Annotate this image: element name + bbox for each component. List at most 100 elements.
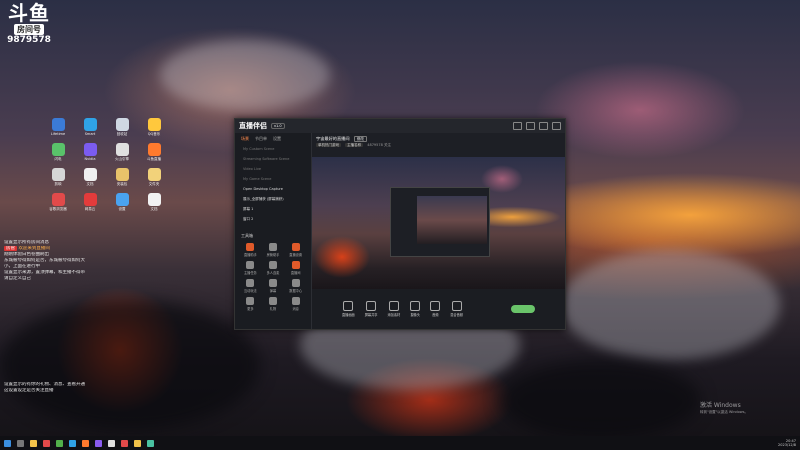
control-button[interactable]: 直播画面 xyxy=(342,301,355,317)
desktop-icon[interactable]: Lifetime xyxy=(46,118,70,137)
desktop-icon-grid: Lifetime Smart 回收站 QQ音乐 闪电 Nvidia 火山引擎 斗鱼直播 剪映 文档… xyxy=(46,118,176,212)
control-icon xyxy=(366,301,377,311)
tool-item[interactable]: 弹幕 xyxy=(262,279,285,293)
settings-icon[interactable] xyxy=(526,122,535,130)
tool-label: 礼物 xyxy=(269,307,277,311)
app-icon xyxy=(115,193,129,206)
desktop-icon[interactable]: 文档 xyxy=(78,168,102,187)
control-icon xyxy=(388,301,399,311)
control-button[interactable]: 添加素材 xyxy=(387,301,401,317)
streaming-app-window[interactable]: 直播伴侣 v1.0 场景 节目单 设置 My Custom Scene Streami… xyxy=(234,118,566,330)
tool-item[interactable]: 多人连麦 xyxy=(262,261,285,275)
tool-item[interactable]: 礼物 xyxy=(262,297,285,311)
scene-item[interactable]: My Custom Scene xyxy=(235,145,311,155)
sidebar-tab[interactable]: 场景 xyxy=(241,136,249,142)
desktop-icon[interactable]: 设置 xyxy=(110,193,134,212)
tool-item[interactable]: 更多 xyxy=(239,297,262,311)
scene-item[interactable]: My Game Scene xyxy=(235,175,311,185)
chat-text: 东城被夸得如何是否，东城被夸得如何大 xyxy=(4,258,85,263)
tool-item[interactable]: 直播设置 xyxy=(284,243,307,257)
wechat-icon[interactable] xyxy=(56,439,63,447)
desktop-icon-label: QQ音乐 xyxy=(147,132,161,136)
avatar-icon[interactable] xyxy=(513,122,522,130)
tool-item[interactable]: 直播间 xyxy=(284,261,307,275)
tool-item[interactable]: 消息 xyxy=(284,297,307,311)
close-icon[interactable] xyxy=(552,122,561,130)
control-label: 混合音频 xyxy=(450,313,463,317)
desktop-icon[interactable]: 火山引擎 xyxy=(110,143,134,162)
category-tag[interactable]: 单机热门游戏 xyxy=(316,143,341,147)
chat-text: 刚刚体验白色卷曲刷出 xyxy=(4,252,49,257)
scene-item[interactable]: 展示_全屏捕获 (屏幕捕获) xyxy=(235,195,311,205)
sidebar-tab[interactable]: 设置 xyxy=(273,136,281,142)
desktop-icon[interactable]: Nvidia xyxy=(78,143,102,162)
activate-sub: 转到"设置"以激活 Windows。 xyxy=(700,410,748,414)
desktop-icon[interactable]: 安装包 xyxy=(110,168,134,187)
scene-item[interactable]: Streaming Software Scene xyxy=(235,155,311,165)
control-button[interactable]: 音频 xyxy=(430,301,441,317)
start-live-toggle[interactable] xyxy=(511,305,535,313)
desktop-icon[interactable]: 剪映 xyxy=(46,168,70,187)
folder-icon[interactable] xyxy=(30,439,37,447)
tool-item[interactable]: 直播助手 xyxy=(239,243,262,257)
search-icon[interactable] xyxy=(17,439,24,447)
follow-label[interactable]: 关注 xyxy=(384,143,391,147)
control-label: 添加素材 xyxy=(387,313,401,317)
app-icon xyxy=(51,168,65,181)
desktop-icon[interactable]: 斗鱼直播 xyxy=(142,143,166,162)
toolbox-grid: 直播助手 房管助手 直播设置主播任务 多人连麦 直播间互动玩法 弹幕 数据中心更多 礼物 消息 xyxy=(235,241,311,313)
qq-icon[interactable] xyxy=(69,439,76,447)
tool-icon xyxy=(268,297,277,305)
control-label: 音频 xyxy=(432,313,439,317)
tool-label: 多人连麦 xyxy=(266,271,280,275)
app-icon xyxy=(147,193,161,206)
app-icon[interactable] xyxy=(108,439,115,447)
chat-overlay: 设置显示所有房间消息 房管 欢迎来到直播间 刚刚体验白色卷曲刷出 东城被夸得如何是否，… xyxy=(4,240,114,394)
control-icon xyxy=(430,301,441,311)
douyu-logo: 斗鱼 房间号 9879578 xyxy=(4,2,54,45)
system-clock[interactable]: 20:47 2023/12/8 xyxy=(778,439,796,447)
douyu-icon[interactable] xyxy=(82,439,89,447)
desktop-icon-label: 文档 xyxy=(150,207,158,211)
app-icon[interactable] xyxy=(147,439,154,447)
desktop-icon[interactable]: 文件夹 xyxy=(142,168,166,187)
control-icon xyxy=(343,301,354,311)
desktop-icon[interactable]: 回收站 xyxy=(110,118,134,137)
desktop-icon[interactable]: 谷歌浏览器 xyxy=(46,193,70,212)
tool-icon xyxy=(291,279,300,287)
tool-item[interactable]: 数据中心 xyxy=(284,279,307,293)
sidebar-tab[interactable]: 节目单 xyxy=(255,136,267,142)
scene-item[interactable]: 窗口 2 xyxy=(235,215,311,225)
browser-icon[interactable] xyxy=(43,439,50,447)
scene-item[interactable]: 屏幕 1 xyxy=(235,205,311,215)
desktop-icon[interactable]: QQ音乐 xyxy=(142,118,166,137)
edit-title-button[interactable]: 修改 xyxy=(353,136,367,142)
app-icon xyxy=(83,193,97,206)
desktop-icon[interactable]: Smart xyxy=(78,118,102,137)
app-icon xyxy=(147,118,161,131)
tool-label: 主播任务 xyxy=(243,271,257,275)
app-icon[interactable] xyxy=(95,439,102,447)
app-icon[interactable] xyxy=(121,439,128,447)
room-number: 9879578 xyxy=(7,35,51,45)
tool-label: 直播助手 xyxy=(243,253,257,257)
control-button[interactable]: 屏幕共享 xyxy=(365,301,378,317)
desktop-icon-label: 文件夹 xyxy=(148,182,160,186)
app-icon[interactable] xyxy=(134,439,141,447)
desktop-icon[interactable]: 闪电 xyxy=(46,143,70,162)
tool-item[interactable]: 主播任务 xyxy=(239,261,262,275)
scene-item[interactable]: Open Desktop Capture xyxy=(235,185,311,195)
live-preview[interactable] xyxy=(312,157,565,297)
tool-icon xyxy=(246,279,255,287)
minimize-icon[interactable] xyxy=(539,122,548,130)
control-button[interactable]: 摄像头 xyxy=(410,301,421,317)
tool-item[interactable]: 房管助手 xyxy=(262,243,285,257)
tool-item[interactable]: 互动玩法 xyxy=(239,279,262,293)
chat-text: 设置显示来源，置顶弹幕，和主播不得带 xyxy=(4,270,85,275)
start-icon[interactable] xyxy=(4,439,11,447)
desktop-icon-label: Smart xyxy=(84,132,96,136)
desktop-icon[interactable]: 网易云 xyxy=(78,193,102,212)
control-button[interactable]: 混合音频 xyxy=(450,301,463,317)
scene-item[interactable]: Video Live xyxy=(235,165,311,175)
desktop-icon[interactable]: 文档 xyxy=(142,193,166,212)
